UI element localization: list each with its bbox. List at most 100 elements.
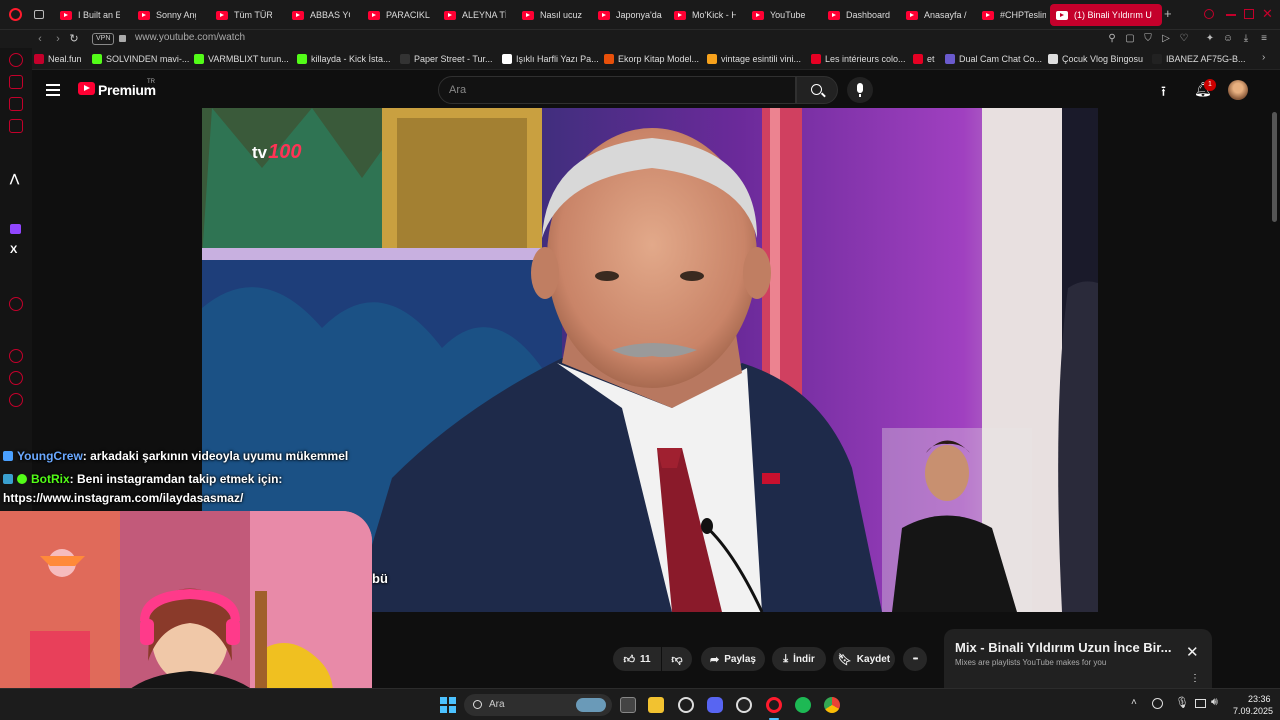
reload-button[interactable]: ↻: [66, 31, 82, 47]
url-text[interactable]: www.youtube.com/watch: [135, 32, 245, 43]
minimize-button[interactable]: [1226, 14, 1236, 16]
sidebar-settings-icon[interactable]: [9, 393, 23, 407]
back-button[interactable]: ‹: [32, 31, 48, 47]
download-button[interactable]: ⤓ İndir: [772, 647, 826, 671]
sidebar-kick-icon[interactable]: ⋀: [10, 172, 19, 185]
browser-tab[interactable]: ALEYNA TİL: [438, 4, 506, 26]
upload-icon[interactable]: ⭱: [1161, 81, 1166, 105]
bookmark-item[interactable]: Neal.fun: [34, 52, 82, 66]
bookmark-item[interactable]: killayda - Kick İsta...: [297, 52, 391, 66]
clock-time[interactable]: 23:36: [1248, 694, 1271, 704]
bookmark-item[interactable]: et: [913, 52, 935, 66]
browser-tab[interactable]: Anasayfa /: [900, 4, 968, 26]
bookmark-favicon-icon: [297, 54, 307, 64]
opera-logo-icon[interactable]: [9, 8, 22, 21]
extensions-icon[interactable]: ✦: [1203, 32, 1217, 46]
forward-button[interactable]: ›: [50, 31, 66, 47]
discord-icon[interactable]: [707, 697, 723, 713]
file-explorer-icon[interactable]: [648, 697, 664, 713]
search-button[interactable]: [796, 76, 838, 104]
browser-tab[interactable]: I Built an En: [54, 4, 120, 26]
new-tab-button[interactable]: +: [1164, 6, 1172, 21]
tab-search-icon[interactable]: [1204, 9, 1214, 19]
browser-tab[interactable]: Mo'Kick - H: [668, 4, 736, 26]
tray-mic-icon[interactable]: 🎙︎: [1175, 696, 1189, 709]
task-view-icon[interactable]: [620, 697, 636, 713]
bookmark-item[interactable]: Paper Street - Tur...: [400, 52, 493, 66]
menu-icon[interactable]: ≡: [1257, 32, 1271, 46]
obs-icon[interactable]: [736, 697, 752, 713]
browser-tab[interactable]: (1) Binali Yıldırım U: [1050, 4, 1162, 26]
clock-date[interactable]: 7.09.2025: [1233, 706, 1273, 716]
play-icon[interactable]: ▷: [1159, 32, 1173, 46]
browser-tab[interactable]: YouTube: [746, 4, 810, 26]
browser-tab[interactable]: Tüm TÜRK: [210, 4, 272, 26]
download-icon[interactable]: ⤓: [1239, 32, 1253, 46]
dislike-button[interactable]: 👎︎: [662, 647, 692, 671]
tray-display-icon[interactable]: [1195, 699, 1206, 708]
bookmark-item[interactable]: Dual Cam Chat Co...: [945, 52, 1042, 66]
more-actions-button[interactable]: •••: [903, 647, 927, 671]
search-input[interactable]: [439, 77, 795, 103]
taskbar-search[interactable]: Ara: [464, 694, 612, 716]
profile-icon[interactable]: ☺: [1221, 32, 1235, 46]
chat-text: https://www.instagram.com/ilaydasasmaz/: [3, 491, 244, 505]
sidebar-history-icon[interactable]: [9, 349, 23, 363]
settings-icon[interactable]: [678, 697, 694, 713]
start-button[interactable]: [440, 697, 456, 713]
pin-icon[interactable]: ⚲: [1105, 32, 1119, 46]
workspaces-icon[interactable]: [34, 10, 44, 19]
sidebar-extensions-icon[interactable]: [9, 371, 23, 385]
browser-tab[interactable]: Japonya'da: [592, 4, 664, 26]
bookmark-item[interactable]: Işıklı Harfli Yazı Pa...: [502, 52, 599, 66]
browser-tab[interactable]: Dashboard: [822, 4, 892, 26]
chrome-icon[interactable]: [824, 697, 840, 713]
sidebar-x-icon[interactable]: X: [10, 244, 17, 256]
bookmark-favicon-icon: [502, 54, 512, 64]
adblock-icon[interactable]: ⛉: [1141, 32, 1155, 46]
sidebar-aria-icon[interactable]: [9, 75, 23, 89]
bookmarks-overflow-icon[interactable]: ›: [1262, 52, 1265, 63]
tray-overflow-icon[interactable]: ˄: [1131, 697, 1137, 708]
browser-tab[interactable]: ABBAS YOL: [286, 4, 350, 26]
sidebar-m-icon[interactable]: [9, 119, 23, 133]
bookmark-item[interactable]: vintage esintili vini...: [707, 52, 801, 66]
browser-tab[interactable]: PARACIKLA: [362, 4, 430, 26]
mix-title[interactable]: Mix - Binali Yıldırım Uzun İnce Bir...: [955, 640, 1171, 655]
tray-network-icon[interactable]: [1152, 698, 1163, 709]
page-scrollbar[interactable]: [1272, 112, 1277, 222]
mix-playlist-panel[interactable]: Mix - Binali Yıldırım Uzun İnce Bir... M…: [944, 629, 1212, 688]
browser-tab[interactable]: #CHPTeslim: [976, 4, 1046, 26]
windows-taskbar: Ara ˄ 🎙︎ 🔊︎ 23:36 7.09.2025: [0, 688, 1280, 720]
maximize-button[interactable]: [1244, 9, 1254, 19]
bookmark-item[interactable]: IBANEZ AF75G-B...: [1152, 52, 1246, 66]
sidebar-player-icon[interactable]: [9, 297, 23, 311]
voice-search-button[interactable]: [847, 77, 873, 103]
snapshot-icon[interactable]: ▢: [1123, 32, 1137, 46]
browser-tab[interactable]: Nasıl ucuz t: [516, 4, 582, 26]
sidebar-twitch-icon[interactable]: [10, 224, 21, 234]
browser-tab[interactable]: Sonny Ange: [132, 4, 196, 26]
heart-icon[interactable]: ♡: [1177, 32, 1191, 46]
spotify-icon[interactable]: [795, 697, 811, 713]
bookmark-item[interactable]: SOLVINDEN mavi-...: [92, 52, 189, 66]
mix-more-icon[interactable]: ⋮: [1190, 673, 1200, 684]
avatar[interactable]: [1228, 80, 1248, 100]
bookmark-item[interactable]: Ekorp Kitap Model...: [604, 52, 699, 66]
bookmark-item[interactable]: Les intérieurs colo...: [811, 52, 906, 66]
bookmark-item[interactable]: VARMBLIXT turun...: [194, 52, 289, 66]
close-icon[interactable]: ✕: [1186, 643, 1199, 661]
bookmark-item[interactable]: Çocuk Vlog Bingosu: [1048, 52, 1143, 66]
save-button[interactable]: 🔖︎ Kaydet: [833, 647, 895, 671]
vpn-badge[interactable]: VPN: [92, 33, 115, 45]
sidebar-messenger-icon[interactable]: [9, 97, 23, 111]
like-button[interactable]: 👍︎ 11: [613, 647, 661, 671]
close-window-button[interactable]: ✕: [1262, 6, 1273, 22]
hamburger-menu-icon[interactable]: [46, 84, 60, 96]
tray-volume-icon[interactable]: 🔊︎: [1211, 696, 1218, 709]
share-button[interactable]: ➦ Paylaş: [701, 647, 765, 671]
mic-icon-stand: [859, 94, 861, 97]
youtube-logo-icon[interactable]: [78, 82, 95, 95]
opera-taskbar-icon[interactable]: [766, 697, 782, 713]
sidebar-opera-icon[interactable]: [9, 53, 23, 67]
